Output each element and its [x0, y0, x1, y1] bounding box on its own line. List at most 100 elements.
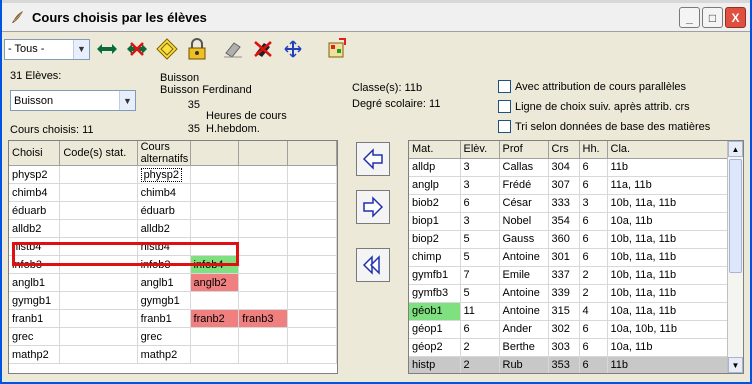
- table-row[interactable]: biob2 6 César 333 3 10b, 11a, 11b: [409, 194, 729, 213]
- scroll-down-icon[interactable]: ▼: [728, 357, 743, 373]
- table-cell[interactable]: 339: [548, 284, 580, 303]
- table-cell[interactable]: biop1: [409, 212, 461, 231]
- table-cell[interactable]: gymgb1: [137, 291, 191, 310]
- col-header[interactable]: [287, 141, 337, 166]
- table-cell[interactable]: Rub: [499, 356, 549, 373]
- table-cell[interactable]: [190, 219, 240, 238]
- col-header[interactable]: Elèv.: [460, 141, 500, 159]
- table-cell[interactable]: 4: [579, 302, 608, 321]
- table-cell[interactable]: géop1: [409, 320, 461, 339]
- table-cell[interactable]: [287, 237, 337, 256]
- table-cell[interactable]: grec: [137, 327, 191, 346]
- scissors-arrows-icon[interactable]: [124, 36, 150, 62]
- table-cell[interactable]: [238, 165, 288, 184]
- table-cell[interactable]: [287, 183, 337, 202]
- table-cell[interactable]: infob3: [9, 255, 61, 274]
- table-cell[interactable]: franb1: [137, 309, 191, 328]
- table-cell[interactable]: infob4: [190, 255, 240, 274]
- col-header[interactable]: Prof: [499, 141, 549, 159]
- table-cell[interactable]: anglb2: [190, 273, 240, 292]
- table-cell[interactable]: [59, 183, 138, 202]
- table-cell[interactable]: 10a, 11a, 11b: [607, 302, 729, 321]
- table-cell[interactable]: Antoine: [499, 248, 549, 267]
- table-row[interactable]: anglb1 anglb1 anglb2: [9, 273, 337, 292]
- minimize-button[interactable]: _: [679, 7, 700, 28]
- table-cell[interactable]: [287, 273, 337, 292]
- table-cell[interactable]: [238, 255, 288, 274]
- table-cell[interactable]: biob2: [409, 194, 461, 213]
- table-cell[interactable]: [287, 219, 337, 238]
- table-cell[interactable]: anglp: [409, 176, 461, 195]
- table-cell[interactable]: [287, 327, 337, 346]
- table-cell[interactable]: 6: [579, 248, 608, 267]
- table-cell[interactable]: [190, 291, 240, 310]
- vertical-scrollbar[interactable]: ▲ ▼: [727, 141, 743, 373]
- table-row[interactable]: infob3 infob3 infob4: [9, 255, 337, 274]
- table-cell[interactable]: Emile: [499, 266, 549, 285]
- table-row[interactable]: alldb2 alldb2: [9, 219, 337, 238]
- puzzle-icon[interactable]: [324, 36, 350, 62]
- table-row[interactable]: franb1 franb1 franb2 franb3: [9, 309, 337, 328]
- table-cell[interactable]: [238, 327, 288, 346]
- table-cell[interactable]: 11: [460, 302, 500, 321]
- move-left-button[interactable]: [356, 142, 390, 176]
- col-header[interactable]: Choisi: [9, 141, 61, 166]
- table-cell[interactable]: 6: [579, 158, 608, 177]
- eraser-icon[interactable]: [220, 36, 246, 62]
- table-row[interactable]: alldp 3 Callas 304 6 11b: [409, 158, 729, 177]
- table-cell[interactable]: franb1: [9, 309, 61, 328]
- table-cell[interactable]: franb3: [238, 309, 288, 328]
- table-cell[interactable]: [238, 237, 288, 256]
- table-cell[interactable]: 6: [460, 320, 500, 339]
- table-cell[interactable]: 315: [548, 302, 580, 321]
- table-cell[interactable]: 6: [579, 230, 608, 249]
- table-cell[interactable]: [287, 255, 337, 274]
- table-cell[interactable]: [59, 165, 138, 184]
- table-row[interactable]: physp2 physp2: [9, 165, 337, 184]
- table-cell[interactable]: alldb2: [137, 219, 191, 238]
- table-cell[interactable]: [287, 201, 337, 220]
- table-cell[interactable]: [190, 201, 240, 220]
- table-cell[interactable]: 3: [579, 194, 608, 213]
- table-cell[interactable]: 6: [460, 194, 500, 213]
- checkbox-box[interactable]: [498, 120, 511, 133]
- table-cell[interactable]: 7: [460, 266, 500, 285]
- table-cell[interactable]: 301: [548, 248, 580, 267]
- table-row[interactable]: anglp 3 Frédé 307 6 11a, 11b: [409, 176, 729, 195]
- table-cell[interactable]: [59, 291, 138, 310]
- table-row[interactable]: chimb4 chimb4: [9, 183, 337, 202]
- table-cell[interactable]: anglb1: [137, 273, 191, 292]
- close-button[interactable]: X: [725, 7, 746, 28]
- table-cell[interactable]: 337: [548, 266, 580, 285]
- table-cell[interactable]: 333: [548, 194, 580, 213]
- table-row[interactable]: gymgb1 gymgb1: [9, 291, 337, 310]
- diamond-icon[interactable]: [154, 36, 180, 62]
- table-cell[interactable]: [190, 327, 240, 346]
- table-cell[interactable]: [238, 201, 288, 220]
- table-cell[interactable]: [59, 327, 138, 346]
- table-cell[interactable]: 303: [548, 338, 580, 357]
- table-cell[interactable]: 11a, 11b: [607, 176, 729, 195]
- table-cell[interactable]: chimp: [409, 248, 461, 267]
- table-cell[interactable]: infob3: [137, 255, 191, 274]
- table-cell[interactable]: [238, 291, 288, 310]
- table-cell[interactable]: physp2: [9, 165, 61, 184]
- table-cell[interactable]: 10b, 11a, 11b: [607, 248, 729, 267]
- table-cell[interactable]: physp2: [137, 165, 191, 184]
- swap-arrows-icon[interactable]: [94, 36, 120, 62]
- student-select[interactable]: Buisson ▼: [10, 90, 136, 111]
- col-header[interactable]: Crs: [548, 141, 580, 159]
- table-cell[interactable]: biop2: [409, 230, 461, 249]
- table-cell[interactable]: [287, 291, 337, 310]
- table-row[interactable]: biop1 3 Nobel 354 6 10a, 11b: [409, 212, 729, 231]
- expand-icon[interactable]: [280, 36, 306, 62]
- table-cell[interactable]: [287, 165, 337, 184]
- table-row[interactable]: grec grec: [9, 327, 337, 346]
- move-all-left-button[interactable]: [356, 248, 390, 282]
- table-cell[interactable]: [59, 219, 138, 238]
- table-cell[interactable]: 5: [460, 284, 500, 303]
- table-cell[interactable]: [190, 183, 240, 202]
- table-cell[interactable]: 302: [548, 320, 580, 339]
- table-cell[interactable]: 10b, 11a, 11b: [607, 266, 729, 285]
- table-cell[interactable]: éduarb: [9, 201, 61, 220]
